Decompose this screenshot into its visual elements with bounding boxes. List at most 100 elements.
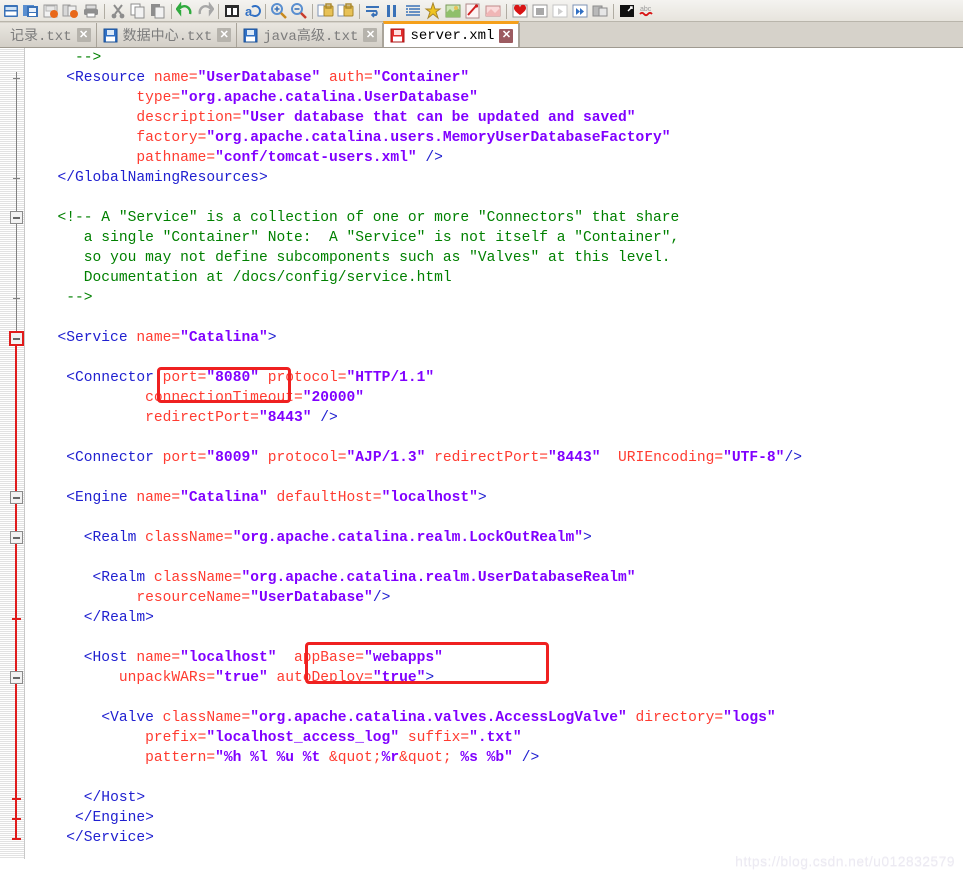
stop-macro-icon[interactable] <box>530 1 550 21</box>
fold-toggle-expanded[interactable] <box>9 331 24 346</box>
paste-icon[interactable] <box>148 1 168 21</box>
sync-horizontal-icon[interactable] <box>336 1 356 21</box>
code-line: <Engine name="Catalina" defaultHost="loc… <box>66 490 487 506</box>
code-line: redirectPort="8443" /> <box>145 410 338 426</box>
new-file-icon[interactable] <box>1 1 21 21</box>
sync-vertical-icon[interactable] <box>316 1 336 21</box>
code-line: prefix="localhost_access_log" suffix=".t… <box>145 730 522 746</box>
zoom-out-icon[interactable] <box>289 1 309 21</box>
spellcheck-icon[interactable]: abc <box>637 1 657 21</box>
save-all-icon[interactable] <box>61 1 81 21</box>
record-macro-icon[interactable] <box>510 1 530 21</box>
code-text-area[interactable]: --> <Resource name="UserDatabase" auth="… <box>25 48 963 875</box>
replace-icon[interactable]: a <box>242 1 262 21</box>
tab-jilu-txt[interactable]: 记录.txt ✕ <box>0 23 97 47</box>
code-line: factory="org.apache.catalina.users.Memor… <box>136 130 671 146</box>
fold-line-marker <box>12 798 21 800</box>
document-map-icon[interactable] <box>443 1 463 21</box>
toolbar-separator <box>215 2 222 20</box>
find-icon[interactable] <box>222 1 242 21</box>
cut-icon[interactable] <box>108 1 128 21</box>
tab-label: java高级.txt <box>263 29 359 45</box>
fold-connector-line <box>15 336 17 840</box>
run-macro-multiple-icon[interactable] <box>570 1 590 21</box>
zoom-in-icon[interactable] <box>269 1 289 21</box>
fold-line-marker <box>12 618 21 620</box>
code-line: <Connector port="8009" protocol="AJP/1.3… <box>66 450 802 466</box>
fold-margin[interactable] <box>0 48 25 875</box>
tab-label: 记录.txt <box>10 29 72 45</box>
save-icon[interactable] <box>41 1 61 21</box>
open-file-icon[interactable] <box>21 1 41 21</box>
fold-line-marker <box>13 178 20 179</box>
fold-toggle-expanded[interactable] <box>10 531 23 544</box>
code-line: so you may not define subcomponents such… <box>83 250 671 266</box>
undo-icon[interactable] <box>175 1 195 21</box>
tab-shujuzhongxin-txt[interactable]: 数据中心.txt ✕ <box>96 23 238 47</box>
code-line: <Connector port="8080" protocol="HTTP/1.… <box>66 370 435 386</box>
fold-line-marker <box>13 78 20 79</box>
save-macro-icon[interactable] <box>590 1 610 21</box>
code-line: <Realm className="org.apache.catalina.re… <box>92 570 636 586</box>
tab-server-xml[interactable]: server.xml ✕ <box>383 21 520 47</box>
fold-toggle-expanded[interactable] <box>10 491 23 504</box>
tab-close-icon[interactable]: ✕ <box>76 28 91 42</box>
code-line: connectionTimeout="20000" <box>145 390 365 406</box>
tab-java-gaoji-txt[interactable]: java高级.txt ✕ <box>237 23 384 47</box>
fold-line-marker <box>12 838 21 840</box>
code-line: resourceName="UserDatabase"/> <box>136 590 391 606</box>
code-line: <!-- A "Service" is a collection of one … <box>57 210 680 226</box>
playback-macro-icon[interactable] <box>550 1 570 21</box>
folder-workspace-icon[interactable] <box>483 1 503 21</box>
code-line: </Engine> <box>75 810 154 826</box>
code-line: description="User database that can be u… <box>136 110 636 126</box>
tab-close-icon[interactable]: ✕ <box>217 28 232 42</box>
code-line: unpackWARs="true" autoDeploy="true"> <box>118 670 435 686</box>
tab-close-icon[interactable]: ✕ <box>499 28 514 43</box>
code-line: Documentation at /docs/config/service.ht… <box>83 270 452 286</box>
code-line: --> <box>75 50 102 66</box>
code-line: pattern="%h %l %u %t &quot;%r&quot; %s %… <box>145 750 540 766</box>
toolbar-separator <box>503 2 510 20</box>
code-line: </Realm> <box>83 610 154 626</box>
toolbar: a abc <box>0 0 963 22</box>
code-line: </Host> <box>83 790 146 806</box>
fold-toggle-expanded[interactable] <box>10 671 23 684</box>
code-line: <Resource name="UserDatabase" auth="Cont… <box>66 70 470 86</box>
run-icon[interactable] <box>617 1 637 21</box>
function-list-icon[interactable] <box>463 1 483 21</box>
code-line: <Valve className="org.apache.catalina.va… <box>101 710 776 726</box>
toolbar-separator <box>610 2 617 20</box>
saved-file-icon <box>243 28 258 43</box>
saved-file-icon <box>103 28 118 43</box>
redo-icon[interactable] <box>195 1 215 21</box>
toolbar-separator <box>101 2 108 20</box>
code-line: pathname="conf/tomcat-users.xml" /> <box>136 150 443 166</box>
tab-label: server.xml <box>410 27 495 44</box>
toolbar-separator <box>309 2 316 20</box>
toolbar-separator <box>262 2 269 20</box>
code-line: </GlobalNamingResources> <box>57 170 268 186</box>
tab-label: 数据中心.txt <box>122 29 213 45</box>
code-editor[interactable]: --> <Resource name="UserDatabase" auth="… <box>0 48 963 875</box>
word-wrap-icon[interactable] <box>363 1 383 21</box>
tab-close-icon[interactable]: ✕ <box>363 28 378 42</box>
user-lang-icon[interactable] <box>423 1 443 21</box>
code-line: --> <box>66 290 93 306</box>
print-icon[interactable] <box>81 1 101 21</box>
all-chars-icon[interactable] <box>383 1 403 21</box>
code-line: a single "Container" Note: A "Service" i… <box>83 230 680 246</box>
copy-icon[interactable] <box>128 1 148 21</box>
toolbar-separator <box>356 2 363 20</box>
notepadpp-window: a abc 记录.txt ✕ 数据中心.txt ✕ java高级.txt ✕ s… <box>0 0 963 875</box>
indent-guide-icon[interactable] <box>403 1 423 21</box>
fold-toggle-expanded[interactable] <box>10 211 23 224</box>
